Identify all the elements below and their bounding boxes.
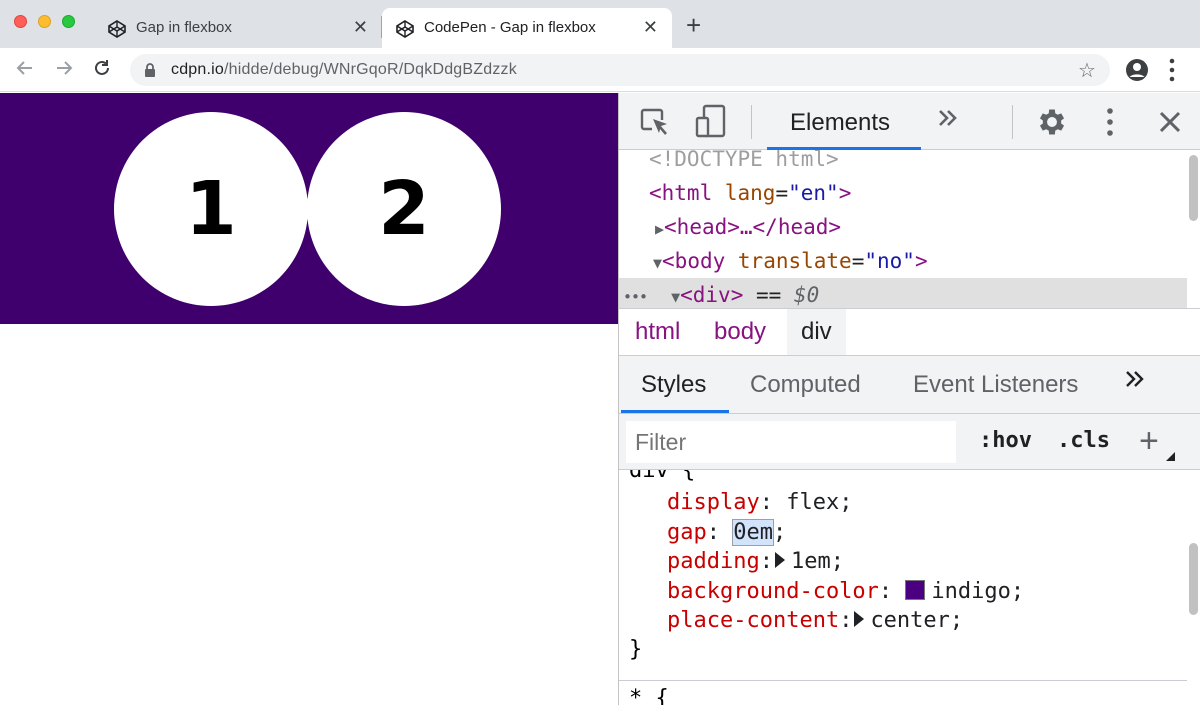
tab-elements-label: Elements [790,109,891,136]
dom-node-div-selected[interactable]: ••• ▼<div> == $0 [619,278,1187,308]
breadcrumb-html[interactable]: html [635,309,680,355]
new-rule-menu-indicator [1166,452,1175,461]
collapse-triangle-icon[interactable]: ▼ [647,288,680,306]
dom-scrollbar[interactable] [1189,155,1198,221]
tab-title: Gap in flexbox [136,19,232,36]
browser-tab-strip: Gap in flexbox ✕ CodePen - Gap in flexbo… [0,0,1200,48]
css-declaration-place-content[interactable]: place-content: center; [667,606,963,636]
styles-filter-input[interactable] [626,421,956,463]
toolbar-divider [751,105,752,139]
expand-triangle-icon[interactable]: ▶ [619,220,664,238]
collapse-triangle-icon[interactable]: ▼ [619,254,662,272]
url-host: cdpn.io [171,61,224,78]
forward-arrow-icon[interactable] [52,58,76,82]
browser-menu-icon[interactable] [1168,57,1176,83]
profile-avatar-icon[interactable] [1125,58,1149,82]
new-style-rule-button[interactable]: + [1139,422,1159,461]
breadcrumb-div[interactable]: div [787,309,846,355]
url-path: /hidde/debug/WNrGqoR/DqkDdgBZdzzk [224,61,517,78]
tab-styles[interactable]: Styles [641,371,706,399]
rule-divider [619,680,1187,681]
back-arrow-icon[interactable] [13,58,37,82]
styles-scrollbar[interactable] [1189,543,1198,615]
lock-icon [145,63,155,77]
sidebar-tabs: Styles Computed Event Listeners [619,356,1200,414]
console-ref: $0 [793,283,820,307]
flex-item-circle-1: 1 [114,112,308,306]
dom-node-doctype[interactable]: <!DOCTYPE html> [619,150,1187,176]
expand-shorthand-icon[interactable] [774,552,785,568]
tab-computed[interactable]: Computed [750,371,861,399]
codepen-icon [396,20,414,38]
div-tag: <div> [680,283,744,307]
tab-elements[interactable]: Elements [767,93,921,150]
head-tag: <head>…</head> [664,215,842,239]
devtools-menu-icon[interactable] [1105,107,1115,137]
html-tag: <html [649,181,713,205]
url-text: cdpn.io/hidde/debug/WNrGqoR/DqkDdgBZdzzk [171,61,517,79]
html-lang-value: "en" [788,181,839,205]
close-window-button[interactable] [14,15,27,28]
css-declaration-gap[interactable]: gap: 0em; [667,518,786,548]
doctype-text: <!DOCTYPE html> [649,150,839,171]
css-declaration-padding[interactable]: padding: 1em; [667,547,844,577]
gap-value-editor[interactable]: 0em [732,519,774,546]
tab-codepen-gap-in-flexbox[interactable]: CodePen - Gap in flexbox ✕ [382,8,672,48]
css-selector-universal[interactable]: * { [629,684,669,705]
breadcrumb-body[interactable]: body [714,309,766,355]
close-devtools-icon[interactable] [1158,110,1182,134]
browser-toolbar: cdpn.io/hidde/debug/WNrGqoR/DqkDdgBZdzzk [0,48,1200,92]
address-bar[interactable]: cdpn.io/hidde/debug/WNrGqoR/DqkDdgBZdzzk [130,54,1110,86]
codepen-icon [108,20,126,38]
css-rule-close: } [629,637,643,662]
css-selector[interactable]: div { [629,470,695,486]
node-actions-ellipsis[interactable]: ••• [619,288,648,306]
more-tabs-icon[interactable] [1125,368,1145,397]
flex-item-circle-2: 2 [307,112,501,306]
tab-close-icon[interactable]: ✕ [353,17,368,38]
dom-node-head[interactable]: ▶<head>…</head> [619,210,1187,244]
dom-tree: <!DOCTYPE html> <html lang="en"> ▶<head>… [619,150,1187,308]
styles-pane: div { display: flex; gap: 0em; padding: 1… [619,470,1187,705]
new-tab-button[interactable]: + [686,12,701,38]
expand-shorthand-icon[interactable] [854,611,865,627]
tab-event-listeners[interactable]: Event Listeners [913,371,1078,399]
body-tag: <body [662,249,726,273]
settings-gear-icon[interactable] [1035,105,1069,139]
breadcrumb: html body div [619,308,1200,356]
tab-title: CodePen - Gap in flexbox [424,19,596,36]
tab-close-icon[interactable]: ✕ [643,17,658,38]
styles-filter-bar: :hov .cls + [619,414,1200,470]
reload-icon[interactable] [90,58,114,82]
flex-container: 1 2 [0,93,618,324]
devtools-panel: Elements <!DOCTYPE html> <html lang="en"… [618,93,1200,705]
dom-node-body[interactable]: ▼<body translate="no"> [619,244,1187,278]
hover-state-toggle[interactable]: :hov [979,428,1032,453]
css-declaration-display[interactable]: display: flex; [667,488,852,518]
class-toggle[interactable]: .cls [1057,428,1110,453]
color-swatch[interactable] [905,580,926,600]
html-lang-attr: lang [724,181,776,205]
body-translate-value: "no" [864,249,915,273]
devtools-toolbar: Elements [619,93,1200,150]
body-translate-attr: translate [737,249,852,273]
page-viewport: 1 2 [0,93,618,705]
maximize-window-button[interactable] [62,15,75,28]
active-subtab-indicator [621,410,729,413]
css-declaration-background-color[interactable]: background-color: indigo; [667,577,1024,607]
toolbar-divider [1012,105,1013,139]
tab-gap-in-flexbox[interactable]: Gap in flexbox ✕ [94,8,382,48]
more-panels-icon[interactable] [937,105,959,136]
inspect-element-icon[interactable] [639,107,671,139]
device-toolbar-icon[interactable] [694,104,728,140]
dom-node-html[interactable]: <html lang="en"> [619,176,1187,210]
minimize-window-button[interactable] [38,15,51,28]
bookmark-star-icon[interactable]: ☆ [1078,58,1096,83]
